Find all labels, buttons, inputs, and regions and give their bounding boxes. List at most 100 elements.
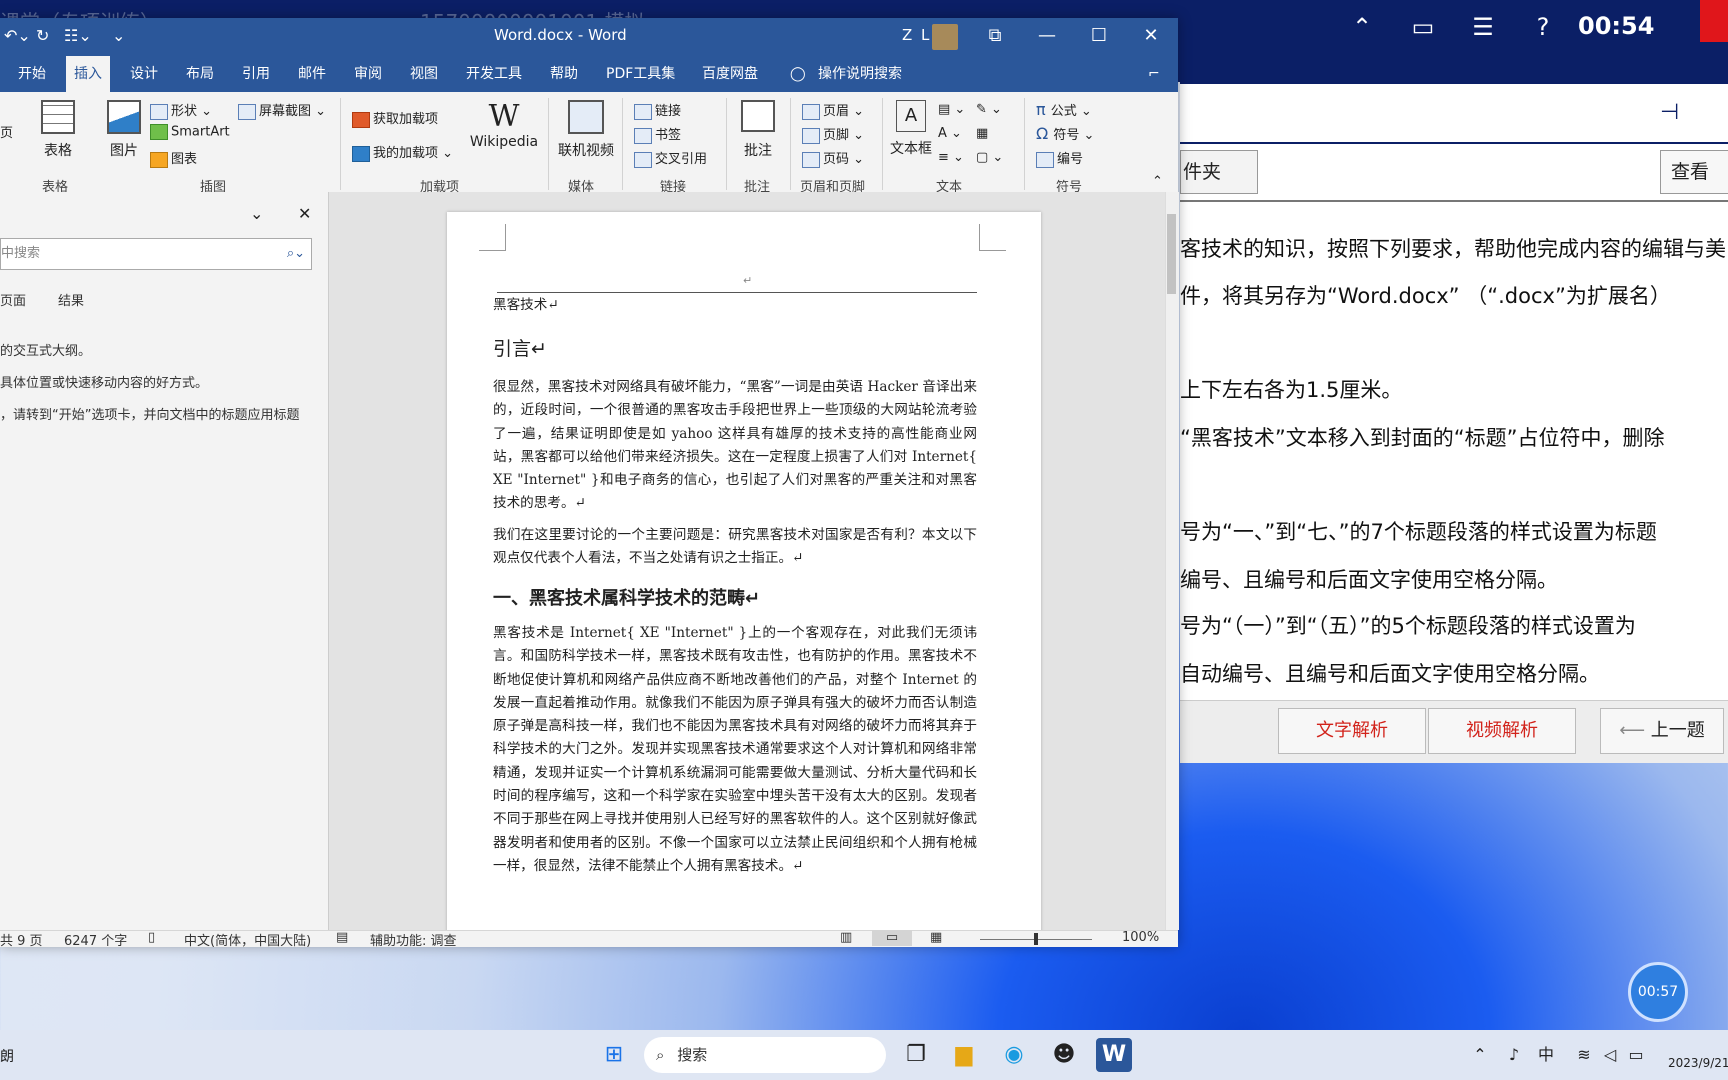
- print-layout-icon[interactable]: ▭: [872, 930, 912, 946]
- document-page[interactable]: ↵ 黑客技术↵ 引言↵ 很显然，黑客技术对网络具有破坏能力，“黑客”一词是由英语…: [447, 212, 1041, 930]
- date-time-icon[interactable]: ▦: [976, 126, 988, 141]
- quick-parts-icon[interactable]: ▤ ⌄: [938, 102, 965, 117]
- tab-baidu-netdisk[interactable]: 百度网盘: [694, 56, 766, 92]
- task-view-icon[interactable]: ❐: [898, 1038, 934, 1072]
- nav-search-input[interactable]: 中搜索 ⌕⌄: [0, 238, 312, 270]
- bullets-icon[interactable]: ☷⌄: [64, 26, 92, 45]
- tab-pdf-tools[interactable]: PDF工具集: [598, 56, 683, 92]
- search-icon[interactable]: ⌕⌄: [287, 239, 305, 269]
- link-button[interactable]: 链接: [634, 100, 681, 120]
- symbol-button[interactable]: Ω 符号 ⌄: [1036, 124, 1094, 143]
- countdown-timer[interactable]: 00:57: [1628, 962, 1688, 1022]
- tab-mailings[interactable]: 邮件: [290, 56, 334, 92]
- pin-icon[interactable]: ⊣: [1660, 100, 1679, 125]
- nav-tab-results[interactable]: 结果: [58, 290, 84, 309]
- tab-references[interactable]: 引用: [234, 56, 278, 92]
- read-mode-icon[interactable]: ▥: [840, 930, 852, 945]
- textbox-button[interactable]: A 文本框: [886, 100, 936, 158]
- taskbar-search[interactable]: ⌕ 搜索: [644, 1037, 886, 1073]
- list-icon[interactable]: ☰: [1466, 10, 1500, 44]
- tab-review[interactable]: 审阅: [346, 56, 390, 92]
- undo-icon[interactable]: ↶⌄: [4, 26, 31, 45]
- video-analysis-button[interactable]: 视频解析: [1428, 708, 1576, 754]
- minimize-icon[interactable]: —: [1022, 18, 1072, 56]
- smartart-button[interactable]: SmartArt: [150, 124, 230, 140]
- folder-button[interactable]: 件夹: [1180, 150, 1258, 194]
- nav-tab-pages[interactable]: 页面: [0, 290, 26, 309]
- view-button[interactable]: 查看: [1660, 150, 1728, 194]
- wordart-icon[interactable]: A ⌄: [938, 126, 962, 141]
- chart-button[interactable]: 图表: [150, 148, 197, 168]
- bookmark-button[interactable]: 书签: [634, 124, 681, 144]
- file-explorer-icon[interactable]: ▆: [946, 1038, 982, 1072]
- tab-layout[interactable]: 布局: [178, 56, 222, 92]
- start-icon[interactable]: ⊞: [596, 1038, 632, 1072]
- app-icon[interactable]: ☻: [1046, 1038, 1082, 1072]
- proofing-icon[interactable]: ▯: [148, 930, 155, 945]
- page-number-button[interactable]: 页码 ⌄: [802, 148, 864, 168]
- chevron-down-icon[interactable]: ⌄: [250, 204, 263, 223]
- web-layout-icon[interactable]: ▦: [930, 930, 942, 945]
- tab-home[interactable]: 开始: [10, 56, 54, 92]
- battery-icon[interactable]: ▭: [1618, 1038, 1654, 1072]
- text-analysis-button[interactable]: 文字解析: [1278, 708, 1426, 754]
- cross-reference-button[interactable]: 交叉引用: [634, 148, 707, 168]
- ribbon-display-icon[interactable]: ⧉: [970, 18, 1020, 56]
- accessibility-status[interactable]: 辅助功能: 调查: [370, 930, 457, 949]
- table-button[interactable]: 表格: [38, 100, 78, 160]
- help-icon[interactable]: ?: [1526, 10, 1560, 44]
- collapse-icon[interactable]: ⌃: [1345, 10, 1379, 44]
- zoom-slider-thumb[interactable]: [1034, 933, 1038, 945]
- wikipedia-button[interactable]: W Wikipedia: [466, 100, 542, 151]
- tab-view[interactable]: 视图: [402, 56, 446, 92]
- window-icon[interactable]: ▭: [1406, 10, 1440, 44]
- maximize-icon[interactable]: ☐: [1074, 18, 1124, 56]
- customize-qat-icon[interactable]: ⌄: [112, 26, 125, 45]
- signature-icon[interactable]: ✎ ⌄: [976, 102, 1002, 117]
- numbering-button[interactable]: 编号: [1036, 148, 1083, 168]
- online-video-button[interactable]: 联机视频: [554, 100, 618, 160]
- macro-icon[interactable]: ▤: [336, 930, 348, 945]
- footer-button[interactable]: 页脚 ⌄: [802, 124, 864, 144]
- word-taskbar-icon[interactable]: W: [1096, 1038, 1132, 1072]
- question-line: 客技术的知识，按照下列要求，帮助他完成内容的编辑与美: [1180, 237, 1726, 261]
- page-number-label: 页码: [823, 152, 850, 167]
- shapes-button[interactable]: 形状 ⌄: [150, 100, 212, 120]
- tab-insert[interactable]: 插入: [66, 56, 110, 92]
- my-addins-button[interactable]: 我的加载项 ⌄: [352, 142, 453, 162]
- document-area[interactable]: ↵ 黑客技术↵ 引言↵ 很显然，黑客技术对网络具有破坏能力，“黑客”一词是由英语…: [329, 192, 1165, 930]
- drop-cap-icon[interactable]: ≡ ⌄: [938, 150, 964, 165]
- language-indicator[interactable]: 中文(简体，中国大陆): [184, 930, 311, 949]
- screenshot-button[interactable]: 屏幕截图 ⌄: [238, 100, 326, 120]
- tell-me-search[interactable]: 操作说明搜索: [810, 56, 910, 92]
- redo-icon[interactable]: ↻: [36, 26, 49, 45]
- tab-developer[interactable]: 开发工具: [458, 56, 530, 92]
- header-button[interactable]: 页眉 ⌄: [802, 100, 864, 120]
- zoom-level[interactable]: 100%: [1122, 930, 1159, 945]
- get-addins-button[interactable]: 获取加载项: [352, 108, 438, 128]
- previous-question-button[interactable]: ⟵ 上一题: [1600, 708, 1724, 754]
- exam-close-corner[interactable]: [1700, 0, 1728, 42]
- comment-button[interactable]: 批注: [734, 100, 782, 160]
- tab-design[interactable]: 设计: [122, 56, 166, 92]
- window-title: Word.docx - Word: [494, 26, 627, 44]
- comments-icon[interactable]: ⌐: [1140, 56, 1168, 92]
- date[interactable]: 2023/9/21: [1668, 1056, 1728, 1070]
- vertical-scrollbar[interactable]: [1165, 192, 1179, 930]
- ime-indicator[interactable]: 中: [1528, 1038, 1564, 1072]
- object-icon[interactable]: ▢ ⌄: [976, 150, 1003, 165]
- microphone-icon[interactable]: ♪: [1496, 1038, 1532, 1072]
- word-count[interactable]: 6247 个字: [64, 930, 127, 949]
- chevron-up-icon[interactable]: ⌃: [1462, 1038, 1498, 1072]
- close-icon[interactable]: ✕: [298, 204, 311, 223]
- scrollbar-thumb[interactable]: [1167, 214, 1176, 294]
- close-icon[interactable]: ✕: [1126, 18, 1176, 56]
- edge-icon[interactable]: ◉: [996, 1038, 1032, 1072]
- collapse-ribbon-icon[interactable]: ⌃: [1152, 174, 1163, 189]
- picture-button[interactable]: 图片: [104, 100, 144, 160]
- equation-button[interactable]: π 公式 ⌄: [1036, 100, 1092, 119]
- avatar[interactable]: [932, 24, 958, 50]
- page-count[interactable]: 共 9 页: [0, 930, 43, 949]
- symbol-label: 符号: [1053, 128, 1080, 143]
- tab-help[interactable]: 帮助: [542, 56, 586, 92]
